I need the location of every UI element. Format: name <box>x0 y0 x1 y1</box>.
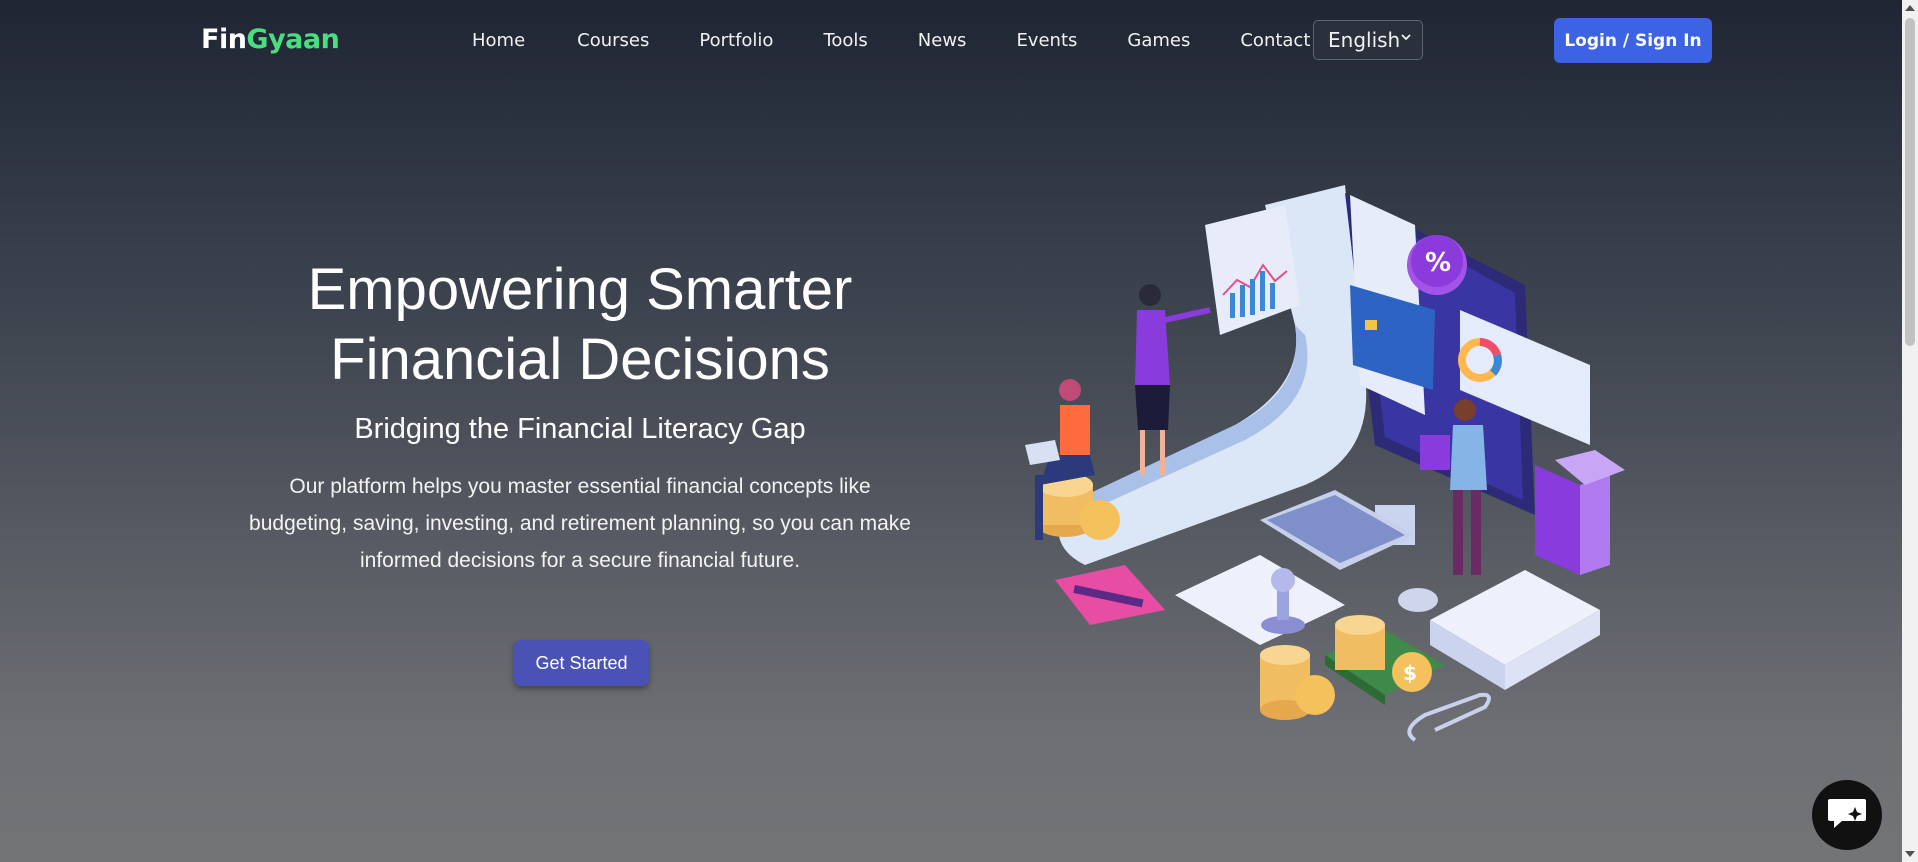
page-scrollbar[interactable] <box>1902 0 1918 862</box>
nav-home[interactable]: Home <box>472 30 525 51</box>
hero-illustration: % $ <box>1005 185 1640 755</box>
brand-logo[interactable]: FinGyaan <box>201 24 340 55</box>
hero-title: Empowering Smarter Financial Decisions <box>240 255 920 395</box>
nav-games[interactable]: Games <box>1127 30 1190 51</box>
get-started-button[interactable]: Get Started <box>514 640 649 686</box>
nav-tools[interactable]: Tools <box>823 30 867 51</box>
hero-description: Our platform helps you master essential … <box>249 475 911 572</box>
scroll-down-arrow-icon[interactable] <box>1905 851 1915 857</box>
login-signin-button[interactable]: Login / Sign In <box>1554 18 1712 63</box>
nav-portfolio[interactable]: Portfolio <box>699 30 773 51</box>
language-select[interactable]: English <box>1313 20 1423 60</box>
hero-title-line2: Financial Decisions <box>330 327 830 392</box>
logo-gyaan: Gyaan <box>246 24 340 55</box>
svg-text:%: % <box>1425 248 1451 278</box>
scroll-thumb[interactable] <box>1905 18 1915 346</box>
nav-events[interactable]: Events <box>1016 30 1077 51</box>
chat-button[interactable] <box>1812 780 1882 850</box>
hero-section: Empowering Smarter Financial Decisions B… <box>240 255 920 579</box>
scroll-up-arrow-icon[interactable] <box>1905 5 1915 11</box>
main-nav: Home Courses Portfolio Tools News Events… <box>472 30 1389 51</box>
chat-bubble-icon <box>1826 795 1868 836</box>
hero-subtitle: Bridging the Financial Literacy Gap <box>354 413 806 445</box>
nav-courses[interactable]: Courses <box>577 30 649 51</box>
chevron-down-icon <box>1400 31 1412 47</box>
navbar: FinGyaan Home Courses Portfolio Tools Ne… <box>0 0 1902 83</box>
language-value: English <box>1328 28 1401 52</box>
nav-news[interactable]: News <box>918 30 967 51</box>
svg-text:$: $ <box>1403 661 1417 685</box>
logo-fin: Fin <box>201 24 247 55</box>
hero-title-line1: Empowering Smarter <box>307 257 853 322</box>
